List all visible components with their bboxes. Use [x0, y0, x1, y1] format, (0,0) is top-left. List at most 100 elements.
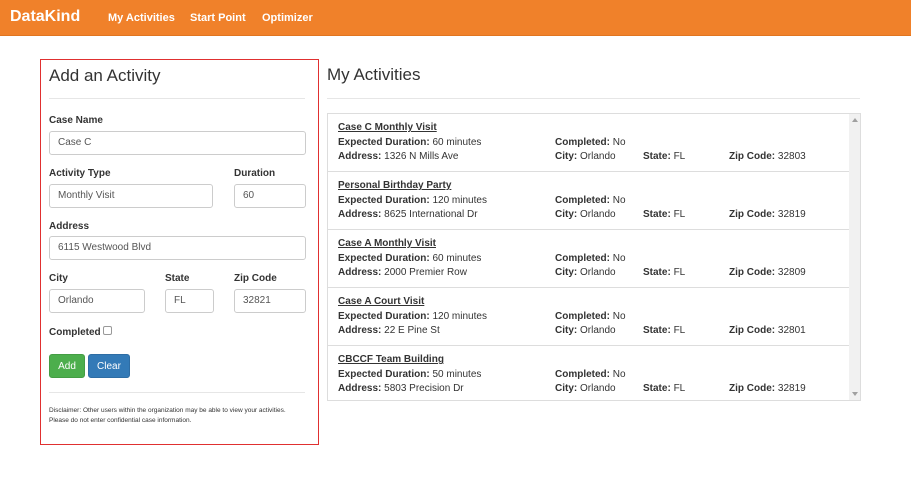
- completed-field-label: Completed:: [555, 137, 610, 148]
- zip-field-label: Zip Code:: [729, 383, 776, 394]
- address-value: 1326 N Mills Ave: [384, 151, 459, 162]
- zip-field-label: Zip Code:: [729, 209, 776, 220]
- address-value: 5803 Precision Dr: [384, 383, 464, 394]
- state-value: FL: [673, 267, 686, 278]
- activity-item: CBCCF Team Building Expected Duration: 5…: [328, 346, 850, 400]
- city-field-label: City:: [555, 325, 578, 336]
- address-field-label: Address:: [338, 151, 382, 162]
- state-value: FL: [673, 383, 686, 394]
- city-field-label: City:: [555, 151, 578, 162]
- city-value: Orlando: [580, 151, 616, 162]
- duration-value: 60 minutes: [432, 253, 482, 264]
- address-input[interactable]: 6115 Westwood Blvd: [49, 236, 306, 260]
- address-field-label: Address:: [338, 383, 382, 394]
- scroll-up-icon[interactable]: [852, 118, 858, 122]
- activity-title-link[interactable]: Case C Monthly Visit: [338, 122, 437, 133]
- state-field-label: State:: [643, 267, 671, 278]
- zip-field-label: Zip Code:: [729, 267, 776, 278]
- my-activities-title: My Activities: [327, 65, 421, 84]
- completed-field-label: Completed:: [555, 253, 610, 264]
- divider: [49, 392, 305, 393]
- completed-label: Completed: [49, 327, 101, 338]
- activities-list[interactable]: Case C Monthly Visit Expected Duration: …: [327, 113, 861, 401]
- completed-field-label: Completed:: [555, 369, 610, 380]
- city-value: Orlando: [580, 383, 616, 394]
- zip-field-label: Zip Code:: [729, 151, 776, 162]
- duration-field-label: Expected Duration:: [338, 195, 430, 206]
- address-value: 2000 Premier Row: [384, 267, 467, 278]
- state-value: FL: [673, 151, 686, 162]
- zip-input[interactable]: 32821: [234, 289, 306, 313]
- address-field-label: Address:: [338, 267, 382, 278]
- city-label: City: [49, 273, 68, 284]
- zip-value: 32809: [777, 267, 806, 278]
- duration-field-label: Expected Duration:: [338, 137, 430, 148]
- city-field-label: City:: [555, 267, 578, 278]
- zip-label: Zip Code: [234, 273, 277, 284]
- address-value: 8625 International Dr: [384, 209, 478, 220]
- clear-button[interactable]: Clear: [88, 354, 130, 378]
- address-field-label: Address:: [338, 209, 382, 220]
- activity-title-link[interactable]: CBCCF Team Building: [338, 354, 444, 365]
- state-field-label: State:: [643, 151, 671, 162]
- state-field-label: State:: [643, 209, 671, 220]
- brand-logo[interactable]: DataKind: [10, 8, 80, 26]
- city-field-label: City:: [555, 209, 578, 220]
- duration-value: 60 minutes: [432, 137, 482, 148]
- state-value: FL: [673, 209, 686, 220]
- address-field-label: Address:: [338, 325, 382, 336]
- add-button[interactable]: Add: [49, 354, 85, 378]
- nav-my-activities[interactable]: My Activities: [108, 12, 175, 24]
- address-label: Address: [49, 221, 90, 232]
- city-value: Orlando: [580, 209, 616, 220]
- activity-title-link[interactable]: Personal Birthday Party: [338, 180, 451, 191]
- nav-start-point[interactable]: Start Point: [190, 12, 246, 24]
- zip-value: 32819: [777, 209, 806, 220]
- form-title: Add an Activity: [49, 66, 161, 85]
- duration-value: 120 minutes: [432, 311, 487, 322]
- completed-field-label: Completed:: [555, 311, 610, 322]
- duration-field-label: Expected Duration:: [338, 369, 430, 380]
- case-name-label: Case Name: [49, 115, 103, 126]
- activity-type-input[interactable]: Monthly Visit: [49, 184, 213, 208]
- duration-field-label: Expected Duration:: [338, 311, 430, 322]
- case-name-input[interactable]: Case C: [49, 131, 306, 155]
- divider: [49, 98, 305, 99]
- city-value: Orlando: [580, 267, 616, 278]
- completed-value: No: [612, 137, 626, 148]
- activity-item: Personal Birthday Party Expected Duratio…: [328, 172, 850, 230]
- activity-title-link[interactable]: Case A Court Visit: [338, 296, 424, 307]
- duration-input[interactable]: 60: [234, 184, 306, 208]
- navbar: DataKind My Activities Start Point Optim…: [0, 0, 911, 36]
- completed-value: No: [612, 253, 626, 264]
- activity-title-link[interactable]: Case A Monthly Visit: [338, 238, 436, 249]
- list-scrollbar[interactable]: [849, 114, 860, 400]
- activity-item: Case A Court Visit Expected Duration: 12…: [328, 288, 850, 346]
- activity-item: Case A Monthly Visit Expected Duration: …: [328, 230, 850, 288]
- activity-type-label: Activity Type: [49, 168, 111, 179]
- completed-field-label: Completed:: [555, 195, 610, 206]
- divider: [327, 98, 860, 99]
- state-input[interactable]: FL: [165, 289, 214, 313]
- city-value: Orlando: [580, 325, 616, 336]
- zip-field-label: Zip Code:: [729, 325, 776, 336]
- state-value: FL: [673, 325, 686, 336]
- zip-value: 32819: [777, 383, 806, 394]
- state-field-label: State:: [643, 383, 671, 394]
- state-field-label: State:: [643, 325, 671, 336]
- completed-checkbox[interactable]: [103, 326, 112, 335]
- activity-item: Case C Monthly Visit Expected Duration: …: [328, 114, 850, 172]
- duration-value: 120 minutes: [432, 195, 487, 206]
- completed-value: No: [612, 311, 626, 322]
- completed-value: No: [612, 369, 626, 380]
- city-input[interactable]: Orlando: [49, 289, 145, 313]
- duration-value: 50 minutes: [432, 369, 482, 380]
- add-activity-panel: Add an Activity Case Name Case C Activit…: [40, 59, 319, 445]
- scroll-down-icon[interactable]: [852, 392, 858, 396]
- duration-label: Duration: [234, 168, 276, 179]
- zip-value: 32801: [777, 325, 806, 336]
- duration-field-label: Expected Duration:: [338, 253, 430, 264]
- disclaimer-text: Disclaimer: Other users within the organ…: [49, 407, 286, 424]
- nav-optimizer[interactable]: Optimizer: [262, 12, 313, 24]
- address-value: 22 E Pine St: [384, 325, 440, 336]
